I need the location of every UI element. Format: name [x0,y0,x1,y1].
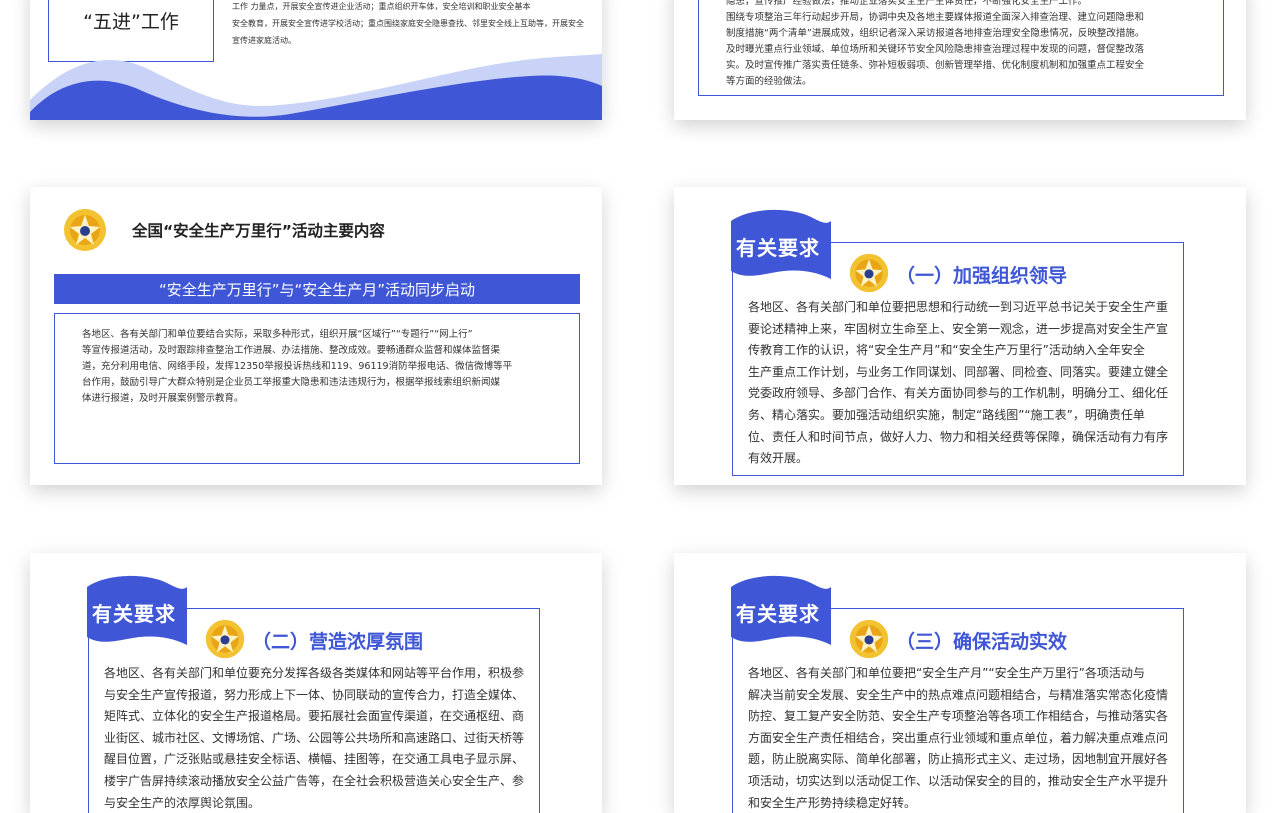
banner: “安全生产万里行”与“安全生产月”活动同步启动 [54,274,580,304]
flag-label: 有关要求 [736,602,820,626]
slide-org-leadership: 有关要求 （一）加强组织领导 各地区、各有关部门和单位要把思想和行动统一到习近平… [674,187,1246,485]
five-jin-text: 工作 力量点，开展安全宣传进企业活动；重点组织开车体，安全培训和职业安全基本 安… [232,2,584,45]
effectiveness-text: 各地区、各有关部门和单位要把“安全生产月”“安全生产万里行”各项活动与 解决当前… [748,666,1169,810]
org-leadership-text: 各地区、各有关部门和单位要把思想和行动统一到习近平总书记关于安全生产重 要论述精… [748,300,1169,466]
safety-emblem-icon [849,619,889,659]
slide-five-jin: “五进”工作 工作 力量点，开展安全宣传进企业活动；重点组织开车体，安全培训和职… [30,0,602,120]
section-title: （三）确保活动实效 [896,631,1068,653]
special-rectification-text: 隐患，宣传推广经验做法，推动企业落实安全生产主体责任，不断强化安全生产工作。 围… [726,0,1145,87]
flag-label: 有关要求 [92,602,176,626]
safety-emblem-icon [64,209,106,251]
section-title: （一）加强组织领导 [896,265,1068,287]
five-jin-title: “五进”工作 [83,11,179,33]
flag-label: 有关要求 [736,236,820,260]
safety-emblem-icon [849,253,889,293]
slide-main-content: 全国“安全生产万里行”活动主要内容 “安全生产万里行”与“安全生产月”活动同步启… [30,187,602,485]
header-title: 全国“安全生产万里行”活动主要内容 [132,222,385,240]
slide-special-rectification: 隐患，宣传推广经验做法，推动企业落实安全生产主体责任，不断强化安全生产工作。 围… [674,0,1246,120]
slide-effectiveness: 有关要求 （三）确保活动实效 各地区、各有关部门和单位要把“安全生产月”“安全生… [674,553,1246,813]
banner-title: “安全生产万里行”与“安全生产月”活动同步启动 [158,281,476,299]
section-title: （二）营造浓厚氛围 [252,631,424,653]
atmosphere-text: 各地区、各有关部门和单位要充分发挥各级各类媒体和网站等平台作用，积极参 与安全生… [104,666,525,810]
safety-emblem-icon [205,619,245,659]
wave-decoration [30,54,602,120]
main-content-text: 各地区、各有关部门和单位要结合实际，采取多种形式，组织开展“区域行”“专题行”“… [82,329,513,404]
slide-atmosphere: 有关要求 （二）营造浓厚氛围 各地区、各有关部门和单位要充分发挥各级各类媒体和网… [30,553,602,813]
